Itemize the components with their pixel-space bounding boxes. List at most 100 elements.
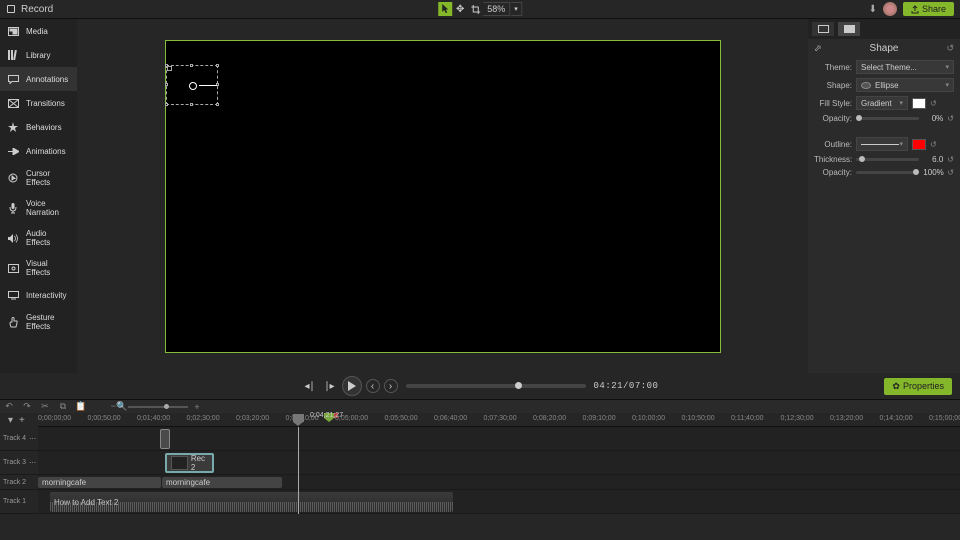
fill-color-swatch[interactable]: [912, 98, 926, 109]
thickness-slider[interactable]: [856, 158, 919, 161]
video-clip[interactable]: Rec 2: [165, 453, 214, 473]
tools-sidebar: Media Library Annotations Transitions Be…: [0, 19, 77, 373]
cursor-tool[interactable]: [438, 2, 452, 16]
audio-clip-1[interactable]: morningcafe: [38, 477, 161, 488]
add-track-button[interactable]: +: [19, 415, 25, 426]
audio-clip-2[interactable]: morningcafe: [162, 477, 282, 488]
properties-button[interactable]: ✿Properties: [884, 378, 952, 395]
playhead[interactable]: [298, 427, 299, 514]
track-menu-button[interactable]: ⋯: [29, 459, 36, 467]
sidebar-item-behaviors[interactable]: Behaviors: [0, 115, 77, 139]
outline-label: Outline:: [814, 140, 852, 149]
sidebar-item-media[interactable]: Media: [0, 19, 77, 43]
seek-bar[interactable]: [406, 384, 586, 388]
zoom-value[interactable]: 58%: [483, 2, 510, 16]
sidebar-item-gesture-effects[interactable]: Gesture Effects: [0, 307, 77, 337]
annotations-icon: [7, 73, 19, 85]
outline-opacity-slider[interactable]: [856, 171, 919, 174]
ruler-tick: 0;15;00;00: [929, 415, 960, 422]
reset-outline-icon[interactable]: ↺: [930, 140, 937, 149]
sidebar-item-audio-effects[interactable]: Audio Effects: [0, 223, 77, 253]
sidebar-item-transitions[interactable]: Transitions: [0, 91, 77, 115]
reset-outline-opacity-icon[interactable]: ↺: [947, 168, 954, 177]
track-menu-button[interactable]: ⋯: [29, 435, 36, 443]
track-body-4[interactable]: [38, 427, 960, 450]
ruler-tick: 0;09;10;00: [583, 415, 616, 422]
track-body-2[interactable]: morningcafe morningcafe: [38, 475, 960, 489]
thickness-value[interactable]: 6.0: [923, 155, 943, 164]
outline-style-select[interactable]: ▾: [856, 137, 908, 151]
copy-button[interactable]: ⧉: [58, 402, 68, 412]
reset-panel-icon[interactable]: ↺: [946, 43, 954, 54]
sidebar-label: Media: [26, 27, 48, 36]
thickness-label: Thickness:: [814, 155, 852, 164]
track-body-3[interactable]: Rec 2: [38, 451, 960, 474]
zoom-out-button[interactable]: −🔍: [114, 402, 124, 412]
top-toolbar: Record ✥ 58% ▾ ⬇ Share: [0, 0, 960, 19]
cut-button[interactable]: ✂: [40, 402, 50, 412]
sidebar-item-annotations[interactable]: Annotations: [0, 67, 77, 91]
reset-fill-opacity-icon[interactable]: ↺: [947, 114, 954, 123]
track-body-1[interactable]: How to Add Text 2: [38, 490, 960, 513]
redo-button[interactable]: ↷: [22, 402, 32, 412]
shape-select[interactable]: Ellipse▾: [856, 78, 954, 92]
playback-bar: ◂∣ ∣▸ ‹ › 04:21/07:00 ✿Properties: [0, 373, 960, 399]
shape-selection[interactable]: [166, 65, 218, 105]
prev-frame-button[interactable]: ◂∣: [302, 378, 318, 394]
zoom-in-button[interactable]: +: [192, 402, 202, 412]
annotation-clip[interactable]: [160, 429, 170, 449]
theme-label: Theme:: [814, 63, 852, 72]
undo-button[interactable]: ↶: [4, 402, 14, 412]
ellipse-icon: [861, 82, 871, 89]
timeline-zoom-slider[interactable]: [128, 406, 188, 408]
paste-button[interactable]: 📋: [76, 402, 86, 412]
track-4: Track 4⋯: [0, 427, 960, 451]
collapse-tracks-button[interactable]: ▾: [8, 415, 13, 426]
tab-video[interactable]: [812, 22, 834, 36]
reset-fill-icon[interactable]: ↺: [930, 99, 937, 108]
step-forward-button[interactable]: ›: [384, 379, 398, 393]
fill-opacity-value[interactable]: 0%: [923, 114, 943, 123]
animations-icon: [7, 145, 19, 157]
crop-tool[interactable]: [468, 2, 482, 16]
gear-icon: ✿: [892, 381, 900, 392]
outline-opacity-value[interactable]: 100%: [923, 168, 943, 177]
move-tool[interactable]: ✥: [453, 2, 467, 16]
outline-color-swatch[interactable]: [912, 139, 926, 150]
sidebar-item-voice-narration[interactable]: Voice Narration: [0, 193, 77, 223]
step-back-button[interactable]: ‹: [366, 379, 380, 393]
outline-opacity-label: Opacity:: [814, 168, 852, 177]
ruler-tick: 0;05;50;00: [385, 415, 418, 422]
fill-style-select[interactable]: Gradient▾: [856, 96, 908, 110]
sidebar-item-library[interactable]: Library: [0, 43, 77, 67]
cursor-effects-icon: [7, 172, 19, 184]
timeline-ruler[interactable]: 0;04;21;27 0;00;00;000;00;50;000;01;40;0…: [38, 413, 960, 427]
sidebar-label: Annotations: [26, 75, 68, 84]
interactivity-icon: [7, 289, 19, 301]
share-button[interactable]: Share: [903, 2, 954, 16]
ruler-tick: 0;11;40;00: [731, 415, 764, 422]
seek-thumb[interactable]: [515, 382, 522, 389]
ruler-tick: 0;10;50;00: [682, 415, 715, 422]
sidebar-item-visual-effects[interactable]: Visual Effects: [0, 253, 77, 283]
ellipse-annotation[interactable]: [189, 82, 197, 90]
sidebar-label: Animations: [26, 147, 66, 156]
record-icon: [7, 5, 15, 13]
ruler-tick: 0;14;10;00: [880, 415, 913, 422]
fill-opacity-slider[interactable]: [856, 117, 919, 120]
sidebar-item-interactivity[interactable]: Interactivity: [0, 283, 77, 307]
reset-thickness-icon[interactable]: ↺: [947, 155, 954, 164]
play-button[interactable]: [342, 376, 362, 396]
record-button[interactable]: Record: [21, 4, 53, 15]
zoom-dropdown[interactable]: ▾: [511, 2, 522, 16]
avatar[interactable]: [883, 2, 897, 16]
theme-select[interactable]: Select Theme...▾: [856, 60, 954, 74]
download-icon[interactable]: ⬇: [869, 4, 877, 15]
main-clip[interactable]: How to Add Text 2: [50, 492, 453, 512]
preview-canvas[interactable]: [165, 40, 721, 353]
next-frame-button[interactable]: ∣▸: [322, 378, 338, 394]
fill-style-label: Fill Style:: [814, 99, 852, 108]
tab-shape[interactable]: [838, 22, 860, 36]
sidebar-item-cursor-effects[interactable]: Cursor Effects: [0, 163, 77, 193]
sidebar-item-animations[interactable]: Animations: [0, 139, 77, 163]
